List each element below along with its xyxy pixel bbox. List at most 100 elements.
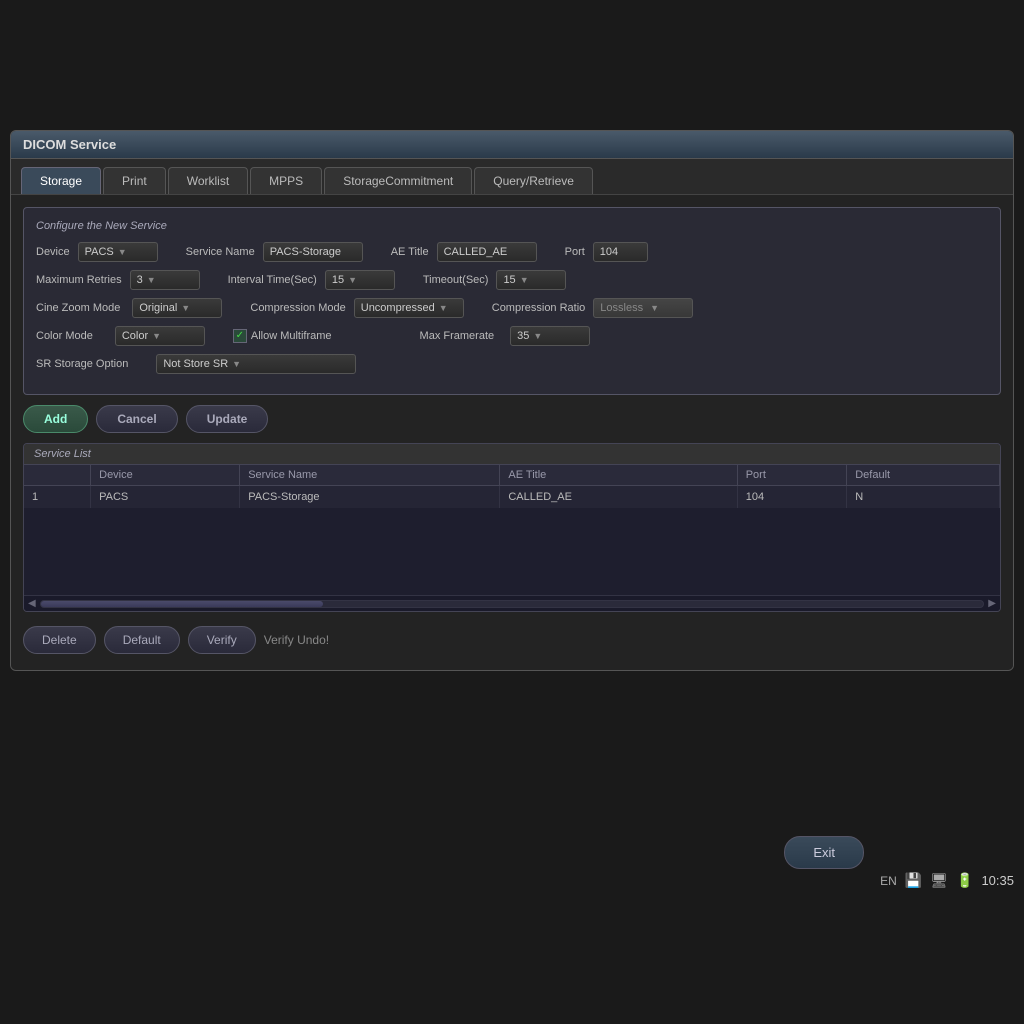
scrollbar-track[interactable]	[40, 600, 985, 608]
form-row-3: Cine Zoom Mode Original ▼ Compression Mo…	[36, 298, 988, 318]
cine-zoom-arrow-icon: ▼	[181, 303, 190, 313]
device-dropdown[interactable]: PACS ▼	[78, 242, 158, 262]
tab-mpps[interactable]: MPPS	[250, 167, 322, 194]
sr-storage-dropdown[interactable]: Not Store SR ▼	[156, 354, 356, 374]
dicom-service-window: DICOM Service Storage Print Worklist MPP…	[10, 130, 1014, 671]
ae-title-input[interactable]: CALLED_AE	[437, 242, 537, 262]
color-mode-label: Color Mode	[36, 330, 93, 342]
col-default: Default	[847, 465, 1000, 486]
cell-port: 104	[737, 486, 847, 509]
form-row-1: Device PACS ▼ Service Name PACS-Storage …	[36, 242, 988, 262]
status-bar: EN 💾 🖥 🔋 10:35	[880, 872, 1014, 889]
device-label: Device	[36, 246, 70, 258]
bottom-buttons-row: Delete Default Verify Verify Undo!	[23, 622, 1001, 658]
cell-num: 1	[24, 486, 91, 509]
delete-button[interactable]: Delete	[23, 626, 96, 654]
form-row-5: SR Storage Option Not Store SR ▼	[36, 354, 988, 374]
port-value: 104	[600, 246, 618, 258]
compression-ratio-label: Compression Ratio	[492, 302, 586, 314]
service-name-input[interactable]: PACS-Storage	[263, 242, 363, 262]
cell-ae-title: CALLED_AE	[500, 486, 737, 509]
port-label: Port	[565, 246, 585, 258]
tab-print[interactable]: Print	[103, 167, 166, 194]
cine-zoom-label: Cine Zoom Mode	[36, 302, 120, 314]
cell-service-name: PACS-Storage	[240, 486, 500, 509]
max-framerate-label: Max Framerate	[420, 330, 495, 342]
max-retries-label: Maximum Retries	[36, 274, 122, 286]
default-button[interactable]: Default	[104, 626, 180, 654]
max-retries-value: 3	[137, 274, 143, 286]
device-arrow-icon: ▼	[118, 247, 127, 257]
sr-storage-arrow-icon: ▼	[232, 359, 241, 369]
service-list-panel: Service List Device Service Name AE Titl…	[23, 443, 1001, 612]
add-button[interactable]: Add	[23, 405, 88, 433]
horizontal-scrollbar[interactable]: ◀ ▶	[24, 595, 1000, 611]
configure-panel-title: Configure the New Service	[36, 220, 988, 232]
service-table: Device Service Name AE Title Port Defaul…	[24, 465, 1000, 508]
content-area: Configure the New Service Device PACS ▼ …	[11, 195, 1013, 670]
storage-icon: 💾	[905, 872, 922, 889]
sr-storage-value: Not Store SR	[163, 358, 228, 370]
table-row[interactable]: 1 PACS PACS-Storage CALLED_AE 104 N	[24, 486, 1000, 509]
color-mode-value: Color	[122, 330, 148, 342]
compression-ratio-value: Lossless	[600, 302, 643, 314]
compression-mode-label: Compression Mode	[250, 302, 345, 314]
exit-button[interactable]: Exit	[784, 836, 864, 869]
cancel-button[interactable]: Cancel	[96, 405, 177, 433]
interval-label: Interval Time(Sec)	[228, 274, 317, 286]
max-retries-dropdown[interactable]: 3 ▼	[130, 270, 200, 290]
table-header-row: Device Service Name AE Title Port Defaul…	[24, 465, 1000, 486]
update-button[interactable]: Update	[186, 405, 269, 433]
interval-arrow-icon: ▼	[348, 275, 357, 285]
cell-default: N	[847, 486, 1000, 509]
time-display: 10:35	[981, 873, 1014, 888]
port-input[interactable]: 104	[593, 242, 648, 262]
cell-device: PACS	[91, 486, 240, 509]
color-mode-arrow-icon: ▼	[152, 331, 161, 341]
allow-multiframe-label: Allow Multiframe	[251, 330, 332, 342]
locale-indicator: EN	[880, 874, 897, 888]
interval-dropdown[interactable]: 15 ▼	[325, 270, 395, 290]
configure-panel: Configure the New Service Device PACS ▼ …	[23, 207, 1001, 395]
col-device: Device	[91, 465, 240, 486]
device-value: PACS	[85, 246, 114, 258]
tab-queryretrieve[interactable]: Query/Retrieve	[474, 167, 593, 194]
compression-mode-arrow-icon: ▼	[439, 303, 448, 313]
scrollbar-thumb[interactable]	[41, 601, 324, 607]
service-name-value: PACS-Storage	[270, 246, 341, 258]
ae-title-value: CALLED_AE	[444, 246, 508, 258]
service-list-title: Service List	[24, 444, 1000, 465]
tab-worklist[interactable]: Worklist	[168, 167, 248, 194]
max-framerate-dropdown[interactable]: 35 ▼	[510, 326, 590, 346]
verify-undo-text: Verify Undo!	[264, 633, 329, 647]
tab-storage[interactable]: Storage	[21, 167, 101, 194]
compression-mode-dropdown[interactable]: Uncompressed ▼	[354, 298, 464, 318]
scroll-left-icon[interactable]: ◀	[28, 598, 36, 609]
action-buttons-row: Add Cancel Update	[23, 405, 1001, 433]
tab-storagecommitment[interactable]: StorageCommitment	[324, 167, 472, 194]
verify-button[interactable]: Verify	[188, 626, 256, 654]
timeout-dropdown[interactable]: 15 ▼	[496, 270, 566, 290]
color-mode-dropdown[interactable]: Color ▼	[115, 326, 205, 346]
form-row-2: Maximum Retries 3 ▼ Interval Time(Sec) 1…	[36, 270, 988, 290]
ae-title-label: AE Title	[391, 246, 429, 258]
window-titlebar: DICOM Service	[11, 131, 1013, 159]
compression-ratio-arrow-icon: ▼	[650, 303, 659, 313]
service-name-label: Service Name	[186, 246, 255, 258]
col-port: Port	[737, 465, 847, 486]
timeout-value: 15	[503, 274, 515, 286]
compression-ratio-input[interactable]: Lossless ▼	[593, 298, 693, 318]
sr-storage-label: SR Storage Option	[36, 358, 128, 370]
cine-zoom-dropdown[interactable]: Original ▼	[132, 298, 222, 318]
service-list-body: Device Service Name AE Title Port Defaul…	[24, 465, 1000, 595]
col-ae-title: AE Title	[500, 465, 737, 486]
allow-multiframe-checkbox-area[interactable]: ✓ Allow Multiframe	[233, 329, 332, 343]
battery-icon: 🔋	[956, 872, 973, 889]
allow-multiframe-checkbox[interactable]: ✓	[233, 329, 247, 343]
tab-bar: Storage Print Worklist MPPS StorageCommi…	[11, 159, 1013, 195]
max-framerate-value: 35	[517, 330, 529, 342]
col-num	[24, 465, 91, 486]
timeout-arrow-icon: ▼	[520, 275, 529, 285]
scroll-right-icon[interactable]: ▶	[988, 598, 996, 609]
cine-zoom-value: Original	[139, 302, 177, 314]
